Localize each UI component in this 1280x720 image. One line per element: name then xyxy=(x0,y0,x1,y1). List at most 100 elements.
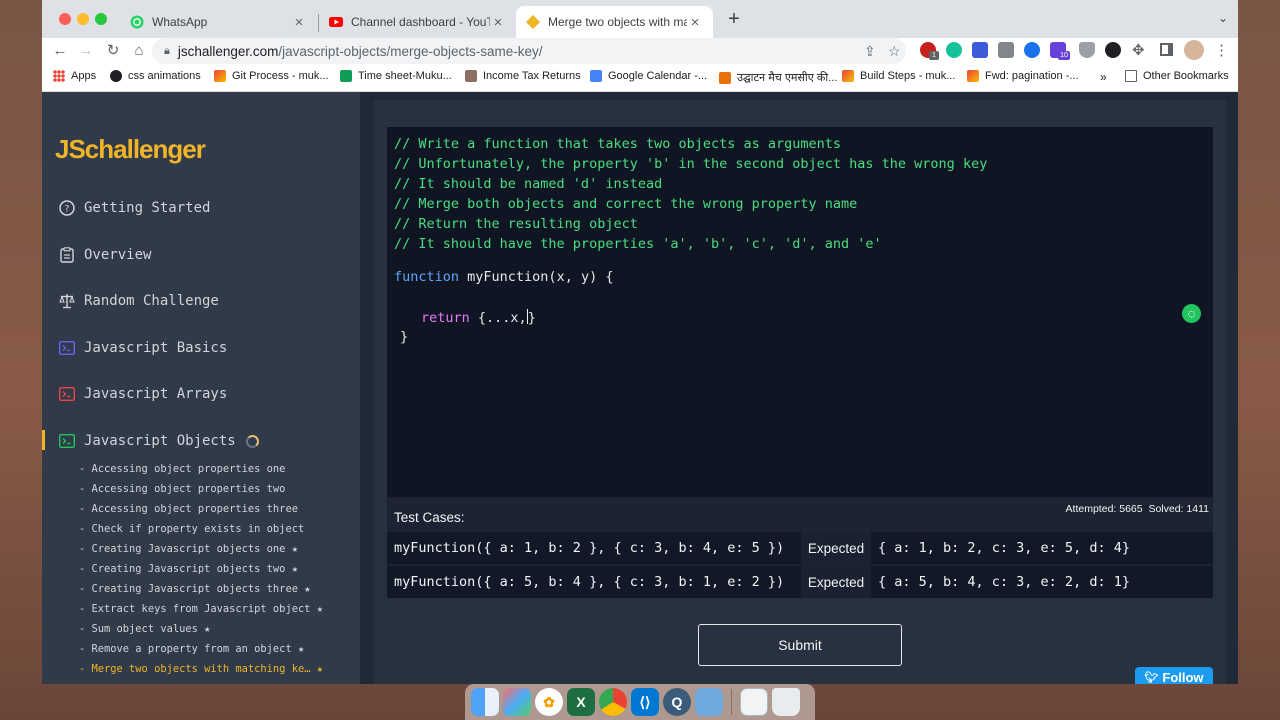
challenge-link[interactable]: - Creating Javascript objects three ★ xyxy=(79,583,310,595)
test-call: myFunction({ a: 5, b: 4 }, { c: 3, b: 1,… xyxy=(394,574,785,590)
bookmark-google-calendar[interactable]: Google Calendar -... xyxy=(590,70,707,82)
tab-title: Channel dashboard - YouTube xyxy=(351,15,490,29)
home-icon[interactable]: ⌂ xyxy=(129,41,149,61)
address-bar[interactable]: 🔒︎ jschallenger.com/javascript-objects/m… xyxy=(152,38,906,64)
bookmark-apps[interactable]: Apps xyxy=(53,70,96,82)
nav-label: Javascript Arrays xyxy=(84,386,228,402)
challenge-link[interactable]: - Remove a property from an object ★ xyxy=(79,643,304,655)
challenge-link[interactable]: - Extract keys from Javascript object ★ xyxy=(79,603,323,615)
challenge-link[interactable]: - Sum object values ★ xyxy=(79,623,210,635)
quicktime-icon[interactable]: Q xyxy=(663,688,691,716)
challenge-link[interactable]: - Check if property exists in object xyxy=(79,523,304,535)
launchpad-icon[interactable] xyxy=(503,688,531,716)
vscode-icon[interactable]: ⟨⟩ xyxy=(631,688,659,716)
active-indicator xyxy=(42,430,45,450)
test-cases-panel: Test Cases: Attempted: 5665 Solved: 1411… xyxy=(387,497,1213,598)
challenge-link[interactable]: - Creating Javascript objects one ★ xyxy=(79,543,298,555)
maximize-window-button[interactable] xyxy=(95,13,107,25)
nav-getting-started[interactable]: ? Getting Started xyxy=(59,200,210,216)
extension-badge: 1 xyxy=(929,51,939,60)
nav-label: Getting Started xyxy=(84,200,211,216)
bookmark-fwd-pagination[interactable]: Fwd: pagination -... xyxy=(967,70,1079,82)
grammarly-status-icon[interactable]: ◌ xyxy=(1182,304,1201,323)
preview-icon[interactable] xyxy=(695,688,723,716)
nav-label: Random Challenge xyxy=(84,293,219,309)
nav-label: Overview xyxy=(84,247,152,263)
url-host: jschallenger.com xyxy=(177,43,279,59)
tab-title: WhatsApp xyxy=(152,15,208,29)
clipboard-icon xyxy=(59,247,75,263)
site-logo[interactable]: JSchallenger xyxy=(55,134,206,165)
forward-icon[interactable]: → xyxy=(76,41,96,61)
calendar-icon xyxy=(590,70,602,82)
shield-icon[interactable] xyxy=(1079,42,1095,58)
sidebar: JSchallenger ? Getting Started Overview … xyxy=(42,92,360,684)
twitter-follow-button[interactable]: 🐦︎ Follow xyxy=(1135,667,1213,684)
tab-jschallenger[interactable]: Merge two objects with matchi × xyxy=(516,6,713,38)
code-editor[interactable]: // Write a function that takes two objec… xyxy=(387,127,1213,497)
challenge-link[interactable]: - Accessing object properties three xyxy=(79,503,298,515)
tab-youtube[interactable]: Channel dashboard - YouTube × xyxy=(319,6,516,38)
tab-search-icon[interactable]: ⌄ xyxy=(1218,11,1228,25)
nav-overview[interactable]: Overview xyxy=(59,247,151,263)
bookmark-income-tax[interactable]: Income Tax Returns xyxy=(465,70,581,82)
challenge-link[interactable]: - Accessing object properties one xyxy=(79,463,285,475)
bookmarks-overflow-button[interactable]: » xyxy=(1100,70,1107,84)
nav-javascript-objects[interactable]: Javascript Objects xyxy=(59,433,259,449)
bookmark-label: Git Process - muk... xyxy=(232,70,329,82)
code-function-line: function myFunction(x, y) { xyxy=(394,269,613,285)
photos-icon[interactable]: ✿ xyxy=(535,688,563,716)
kebab-menu-icon[interactable]: ⋮ xyxy=(1214,41,1229,59)
bookmark-star-icon[interactable]: ☆ xyxy=(888,43,901,60)
puzzle-extensions-icon[interactable]: ✥ xyxy=(1132,41,1145,59)
side-panel-icon[interactable] xyxy=(1160,43,1173,56)
tab-whatsapp[interactable]: WhatsApp × xyxy=(120,6,317,38)
test-case-row: myFunction({ a: 1, b: 2 }, { c: 3, b: 4,… xyxy=(387,532,1213,564)
page-content: JSchallenger ? Getting Started Overview … xyxy=(42,92,1238,684)
challenge-link[interactable]: - Creating Javascript objects two ★ xyxy=(79,563,298,575)
bookmark-label: css animations xyxy=(128,70,201,82)
tab-title: Merge two objects with matchi xyxy=(548,15,687,29)
challenge-link[interactable]: - Accessing object properties two xyxy=(79,483,285,495)
whatsapp-icon xyxy=(130,15,144,29)
solved-label: Solved: xyxy=(1148,503,1184,515)
bookmark-git-process[interactable]: Git Process - muk... xyxy=(214,70,329,82)
extension-icon[interactable] xyxy=(1024,42,1040,58)
close-tab-icon[interactable]: × xyxy=(291,14,307,31)
excel-icon[interactable]: X xyxy=(567,688,595,716)
bookmark-css-animations[interactable]: css animations xyxy=(110,70,201,82)
grammarly-icon[interactable] xyxy=(946,42,962,58)
extension-icon[interactable] xyxy=(1105,42,1121,58)
follow-label: Follow xyxy=(1162,669,1204,685)
nav-javascript-arrays[interactable]: Javascript Arrays xyxy=(59,386,227,402)
code-return-body: {...x, xyxy=(469,310,527,326)
bookmark-news[interactable]: उद्घाटन मैच एमसीए की... xyxy=(719,70,837,85)
other-bookmarks[interactable]: Other Bookmarks xyxy=(1125,70,1229,82)
nav-javascript-basics[interactable]: Javascript Basics xyxy=(59,340,227,356)
new-tab-button[interactable]: + xyxy=(723,9,745,31)
bookmark-time-sheet[interactable]: Time sheet-Muku... xyxy=(340,70,452,82)
minimize-window-button[interactable] xyxy=(77,13,89,25)
close-tab-icon[interactable]: × xyxy=(687,14,703,31)
test-cases-title: Test Cases: xyxy=(394,510,465,525)
site-icon xyxy=(110,70,122,82)
chrome-icon[interactable] xyxy=(599,688,627,716)
bookmark-build-steps[interactable]: Build Steps - muk... xyxy=(842,70,955,82)
avatar[interactable] xyxy=(1184,40,1204,60)
share-icon[interactable]: ⇪ xyxy=(864,43,876,60)
downloads-folder-icon[interactable] xyxy=(740,688,768,716)
attempted-count: 5665 xyxy=(1119,503,1143,515)
extension-icon[interactable] xyxy=(972,42,988,58)
close-window-button[interactable] xyxy=(59,13,71,25)
finder-icon[interactable] xyxy=(471,688,499,716)
extension-icon[interactable] xyxy=(998,42,1014,58)
close-tab-icon[interactable]: × xyxy=(490,14,506,31)
gmail-icon xyxy=(842,70,854,82)
youtube-icon xyxy=(329,15,343,29)
nav-random-challenge[interactable]: Random Challenge xyxy=(59,293,219,309)
challenge-link-current[interactable]: - Merge two objects with matching ke… ★ xyxy=(79,663,323,675)
trash-icon[interactable] xyxy=(772,688,800,716)
reload-icon[interactable]: ↻ xyxy=(103,41,123,61)
back-icon[interactable]: ← xyxy=(50,41,70,61)
submit-button[interactable]: Submit xyxy=(698,624,902,666)
